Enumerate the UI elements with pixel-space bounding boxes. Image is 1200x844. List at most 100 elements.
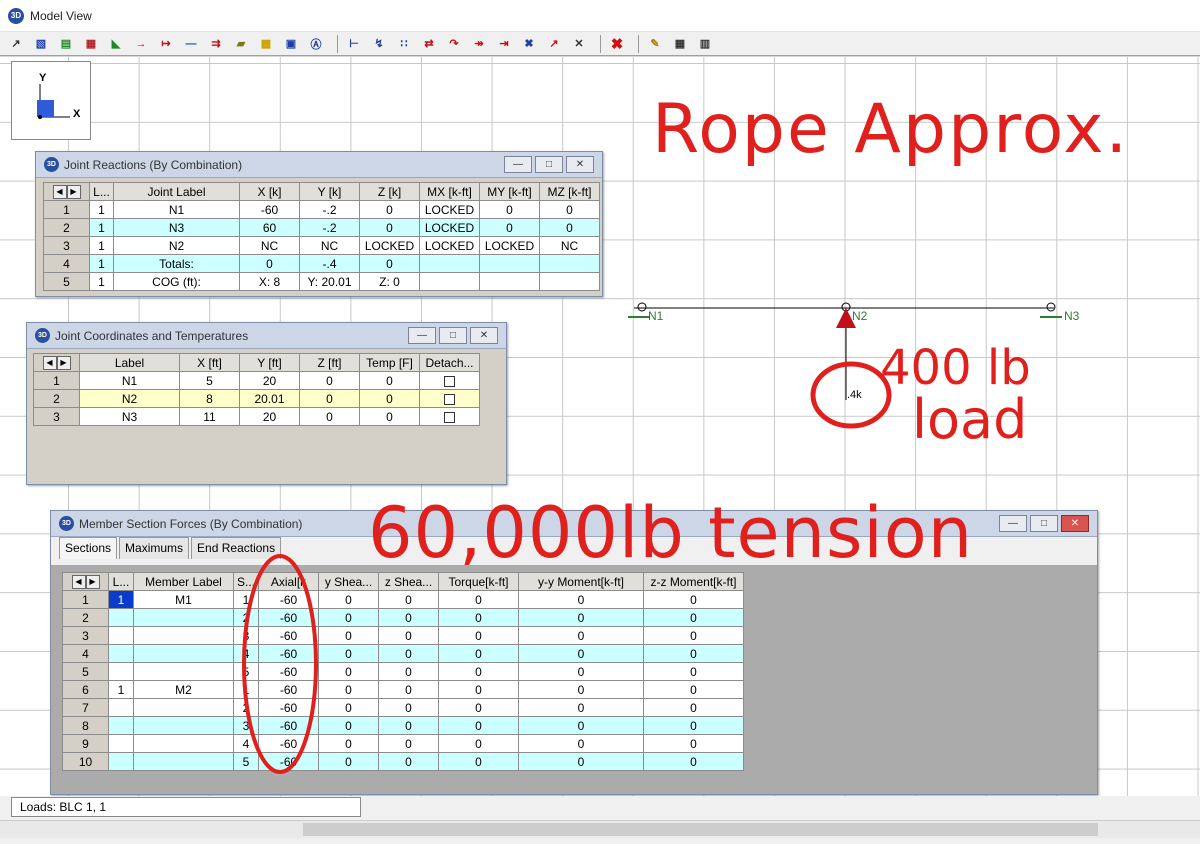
table-cell[interactable]: 0 [299, 407, 360, 426]
horizontal-scrollbar[interactable] [0, 820, 1200, 838]
table-cell[interactable]: 0 [518, 680, 644, 699]
row-number[interactable]: 2 [43, 218, 90, 237]
table-row[interactable]: 1 1 N1 -60 -.2 0 LOCKED 0 0 [43, 200, 600, 219]
table-cell[interactable]: 0 [643, 680, 744, 699]
point-load-icon[interactable]: → [131, 34, 151, 54]
minimize-button[interactable]: — [504, 156, 532, 173]
table-row[interactable]: 7 2 -60 0 0 0 0 0 [62, 698, 744, 717]
joint-reactions-title-bar[interactable]: 3D Joint Reactions (By Combination) — □ … [36, 152, 602, 178]
table-cell[interactable]: Y: 20.01 [299, 272, 360, 291]
table-cell[interactable]: 0 [318, 608, 379, 627]
table-cell[interactable]: NC [299, 236, 360, 255]
line-load-icon[interactable]: ↦ [156, 34, 176, 54]
table-cell[interactable]: X: 8 [239, 272, 300, 291]
table-cell[interactable]: 0 [518, 644, 644, 663]
node-n1-marker[interactable] [637, 302, 647, 312]
table-cell[interactable] [479, 254, 540, 273]
row-number[interactable]: 1 [43, 200, 90, 219]
table-cell[interactable]: LOCKED [419, 218, 480, 237]
table-cell[interactable]: 0 [518, 716, 644, 735]
table-cell[interactable]: 0 [438, 680, 519, 699]
snap-icon[interactable]: ↯ [369, 34, 389, 54]
table-cell[interactable]: 0 [359, 218, 420, 237]
table-cell[interactable]: 0 [359, 407, 420, 426]
moving-load-icon[interactable]: ⇉ [206, 34, 226, 54]
table-cell[interactable]: 0 [378, 752, 439, 771]
prev-icon[interactable]: ◀ [71, 574, 86, 589]
table-row[interactable]: 5 5 -60 0 0 0 0 0 [62, 662, 744, 681]
area-load-icon[interactable]: ◣ [106, 34, 126, 54]
table-row[interactable]: 2 2 -60 0 0 0 0 0 [62, 608, 744, 627]
table-cell[interactable]: 0 [643, 626, 744, 645]
table-cell[interactable]: 0 [359, 371, 420, 390]
table-cell[interactable]: 0 [378, 716, 439, 735]
table-cell[interactable] [419, 272, 480, 291]
table-cell[interactable]: 0 [318, 626, 379, 645]
table-cell[interactable]: 1 [108, 590, 134, 609]
table-cell[interactable]: 0 [539, 200, 600, 219]
table-row[interactable]: 5 1 COG (ft): X: 8 Y: 20.01 Z: 0 [43, 272, 600, 291]
joint-reactions-window[interactable]: 3D Joint Reactions (By Combination) — □ … [35, 151, 603, 297]
row-number[interactable]: 1 [33, 371, 80, 390]
table-cell[interactable]: 0 [438, 662, 519, 681]
table-row[interactable]: 4 4 -60 0 0 0 0 0 [62, 644, 744, 663]
table-cell[interactable]: 0 [438, 698, 519, 717]
table-cell[interactable] [108, 698, 134, 717]
boundary-icon[interactable]: ▤ [56, 34, 76, 54]
table-row[interactable]: 3 3 -60 0 0 0 0 0 [62, 626, 744, 645]
table-cell[interactable]: 0 [438, 626, 519, 645]
table-cell[interactable]: -.2 [299, 218, 360, 237]
row-number[interactable]: 3 [33, 407, 80, 426]
table-row[interactable]: 10 5 -60 0 0 0 0 0 [62, 752, 744, 771]
table-cell[interactable]: 0 [643, 698, 744, 717]
table-cell[interactable]: 0 [378, 626, 439, 645]
table-cell[interactable]: 1 [89, 236, 114, 255]
column-header[interactable]: Member Label [133, 572, 234, 591]
row-number[interactable]: 2 [62, 608, 109, 627]
next-icon[interactable]: ▶ [56, 355, 71, 370]
move-icon[interactable]: ⇄ [419, 34, 439, 54]
table-cell[interactable]: 0 [518, 698, 644, 717]
minimize-button[interactable]: — [999, 515, 1027, 532]
table-cell[interactable]: 1 [108, 680, 134, 699]
table-row[interactable]: 4 1 Totals: 0 -.4 0 [43, 254, 600, 273]
next-icon[interactable]: ▶ [66, 184, 81, 199]
table-cell[interactable]: 0 [359, 389, 420, 408]
table-cell[interactable]: 0 [378, 698, 439, 717]
table-cell[interactable]: 0 [318, 716, 379, 735]
table-cell[interactable]: 0 [378, 644, 439, 663]
table-cell[interactable]: 0 [518, 626, 644, 645]
detach-cell[interactable] [419, 389, 480, 408]
column-header[interactable]: y-y Moment[k-ft] [518, 572, 644, 591]
column-header[interactable]: z-z Moment[k-ft] [643, 572, 744, 591]
detach-checkbox[interactable] [444, 411, 455, 423]
table-cell[interactable]: 20 [239, 371, 300, 390]
table-cell[interactable]: 0 [438, 590, 519, 609]
table-cell[interactable]: 0 [643, 608, 744, 627]
maximize-button[interactable]: □ [535, 156, 563, 173]
table-cell[interactable]: 0 [438, 716, 519, 735]
table-cell[interactable] [133, 698, 234, 717]
column-header[interactable]: Z [k] [359, 182, 420, 201]
table-cell[interactable]: N2 [79, 389, 180, 408]
table-cell[interactable]: 0 [378, 662, 439, 681]
copy-icon[interactable]: ↷ [444, 34, 464, 54]
table-cell[interactable] [419, 254, 480, 273]
table-cell[interactable]: 0 [518, 662, 644, 681]
row-number[interactable]: 5 [43, 272, 90, 291]
table-row[interactable]: 3 1 N2 NC NC LOCKED LOCKED LOCKED NC [43, 236, 600, 255]
detach-cell[interactable] [419, 407, 480, 426]
table-cell[interactable]: 1 [89, 200, 114, 219]
table-cell[interactable]: 0 [239, 254, 300, 273]
table-cell[interactable]: 20.01 [239, 389, 300, 408]
table-cell[interactable]: 5 [179, 371, 240, 390]
table-cell[interactable] [108, 626, 134, 645]
table-cell[interactable] [108, 644, 134, 663]
table-cell[interactable] [108, 716, 134, 735]
row-number[interactable]: 2 [33, 389, 80, 408]
table-cell[interactable]: 0 [643, 590, 744, 609]
table-cell[interactable]: N2 [113, 236, 240, 255]
table-cell[interactable]: 0 [539, 218, 600, 237]
rotate-icon[interactable]: Ⓐ [306, 34, 326, 54]
column-header[interactable]: Y [k] [299, 182, 360, 201]
